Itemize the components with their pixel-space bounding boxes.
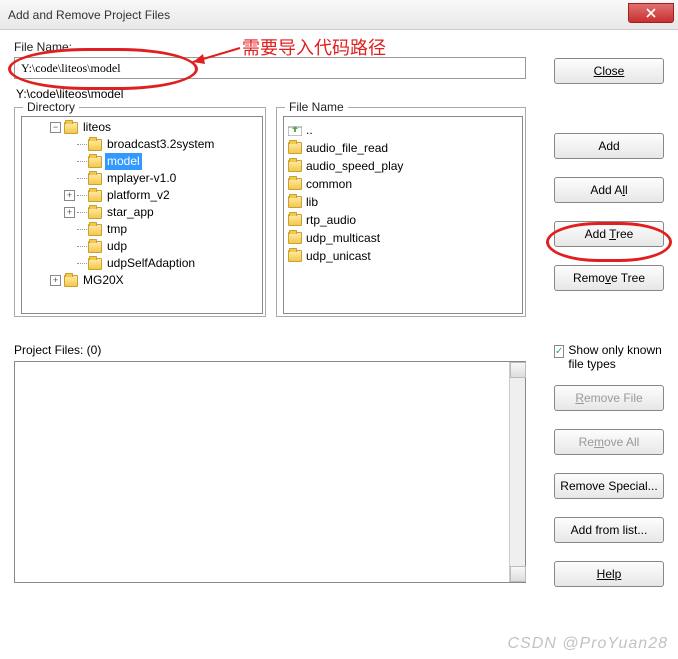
window-title: Add and Remove Project Files <box>8 8 170 22</box>
remove-tree-button[interactable]: Remove Tree <box>554 265 664 291</box>
folder-icon <box>88 258 102 270</box>
folder-icon <box>88 139 102 151</box>
expand-icon <box>64 139 75 150</box>
expand-icon[interactable]: + <box>64 207 75 218</box>
project-files-list[interactable] <box>14 361 526 583</box>
remove-special-button[interactable]: Remove Special... <box>554 473 664 499</box>
tree-item-row[interactable]: udpSelfAdaption <box>22 255 262 272</box>
list-item[interactable]: udp_unicast <box>286 247 520 265</box>
button-sidebar: Close Add Add All Add Tree Remove Tree ✓… <box>554 58 664 587</box>
list-item[interactable]: lib <box>286 193 520 211</box>
folder-icon <box>288 214 302 226</box>
filename-panel: File Name .. audio_file_readaudio_speed_… <box>276 107 526 317</box>
tree-item-label[interactable]: star_app <box>105 204 156 221</box>
tree-item-label[interactable]: model <box>105 153 142 170</box>
tree-item-label[interactable]: udpSelfAdaption <box>105 255 197 272</box>
list-item[interactable]: audio_speed_play <box>286 157 520 175</box>
folder-icon <box>88 207 102 219</box>
scroll-up-button[interactable] <box>510 362 526 378</box>
directory-tree[interactable]: − liteos broadcast3.2systemmodelmplayer-… <box>21 116 263 314</box>
tree-item-row[interactable]: mplayer-v1.0 <box>22 170 262 187</box>
directory-panel-title: Directory <box>23 100 79 114</box>
help-button[interactable]: Help <box>554 561 664 587</box>
tree-item-row[interactable]: broadcast3.2system <box>22 136 262 153</box>
watermark: CSDN @ProYuan28 <box>508 635 669 653</box>
expand-icon[interactable]: − <box>50 122 61 133</box>
folder-icon <box>288 196 302 208</box>
tree-item-row[interactable]: tmp <box>22 221 262 238</box>
tree-item-label[interactable]: broadcast3.2system <box>105 136 216 153</box>
tree-item-label[interactable]: mplayer-v1.0 <box>105 170 178 187</box>
folder-icon <box>88 224 102 236</box>
expand-icon <box>64 156 75 167</box>
folder-icon <box>64 122 78 134</box>
tree-item-row[interactable]: udp <box>22 238 262 255</box>
folder-icon <box>288 142 302 154</box>
tree-item-label[interactable]: platform_v2 <box>105 187 172 204</box>
tree-item[interactable]: liteos <box>81 119 113 136</box>
expand-icon[interactable]: + <box>50 275 61 286</box>
folder-icon <box>288 250 302 262</box>
expand-icon[interactable]: + <box>64 190 75 201</box>
add-tree-button[interactable]: Add Tree <box>554 221 664 247</box>
list-item[interactable]: audio_file_read <box>286 139 520 157</box>
list-item[interactable]: rtp_audio <box>286 211 520 229</box>
folder-icon <box>64 275 78 287</box>
tree-item-row[interactable]: + star_app <box>22 204 262 221</box>
remove-file-button[interactable]: Remove File <box>554 385 664 411</box>
show-known-label: Show only known file types <box>568 343 664 371</box>
remove-all-button[interactable]: Remove All <box>554 429 664 455</box>
show-known-checkbox-row[interactable]: ✓ Show only known file types <box>554 343 664 371</box>
add-button[interactable]: Add <box>554 133 664 159</box>
expand-icon <box>64 224 75 235</box>
list-item[interactable]: common <box>286 175 520 193</box>
tree-item-row[interactable]: model <box>22 153 262 170</box>
file-list[interactable]: .. audio_file_readaudio_speed_playcommon… <box>283 116 523 314</box>
tree-item-row[interactable]: + platform_v2 <box>22 187 262 204</box>
up-folder-icon <box>288 124 302 136</box>
file-path-input[interactable] <box>14 57 526 79</box>
add-all-button[interactable]: Add All <box>554 177 664 203</box>
tree-item[interactable]: MG20X <box>81 272 126 289</box>
tree-item-label[interactable]: tmp <box>105 221 129 238</box>
folder-icon <box>88 156 102 168</box>
vertical-scrollbar[interactable] <box>509 362 525 582</box>
tree-item-label[interactable]: udp <box>105 238 129 255</box>
filename-panel-title: File Name <box>285 100 348 114</box>
directory-panel: Directory − liteos broadcast3.2systemmod… <box>14 107 266 317</box>
scroll-down-button[interactable] <box>510 566 526 582</box>
folder-icon <box>288 160 302 172</box>
expand-icon <box>64 241 75 252</box>
add-from-list-button[interactable]: Add from list... <box>554 517 664 543</box>
folder-icon <box>288 178 302 190</box>
file-name-label: File Name: <box>14 40 664 54</box>
list-item-up[interactable]: .. <box>286 121 520 139</box>
list-item[interactable]: udp_multicast <box>286 229 520 247</box>
folder-icon <box>88 173 102 185</box>
close-button[interactable]: Close <box>554 58 664 84</box>
titlebar: Add and Remove Project Files <box>0 0 678 30</box>
folder-icon <box>288 232 302 244</box>
checkbox-icon[interactable]: ✓ <box>554 345 564 358</box>
expand-icon <box>64 258 75 269</box>
folder-icon <box>88 190 102 202</box>
expand-icon <box>64 173 75 184</box>
window-close-button[interactable] <box>628 3 674 23</box>
close-icon <box>646 8 656 18</box>
folder-icon <box>88 241 102 253</box>
